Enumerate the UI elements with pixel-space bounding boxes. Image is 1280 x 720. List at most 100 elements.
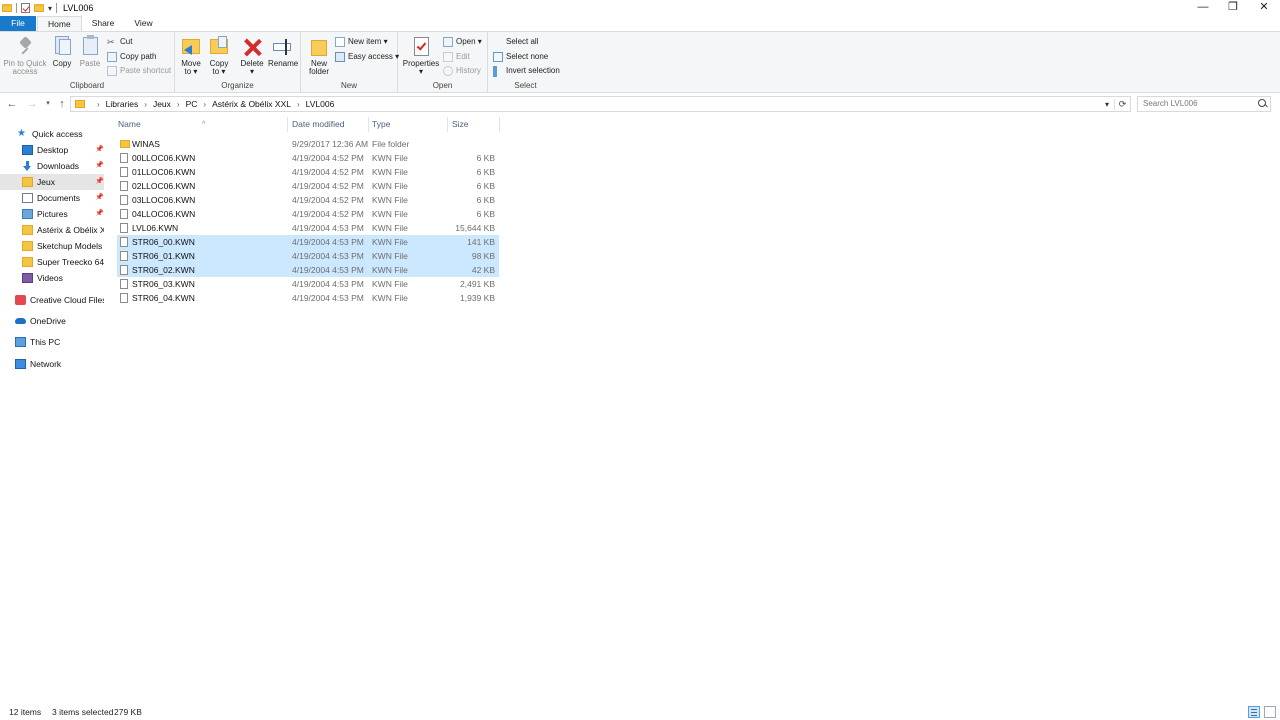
column-header-name[interactable]: Name ^ xyxy=(118,117,286,132)
file-row[interactable]: 01LLOC06.KWN 4/19/2004 4:52 PM KWN File … xyxy=(117,165,499,179)
nav-item-pictures[interactable]: Pictures 📌 xyxy=(0,206,104,222)
file-row-selected[interactable]: STR06_02.KWN 4/19/2004 4:53 PM KWN File … xyxy=(117,263,499,277)
nav-quick-access[interactable]: ★ Quick access xyxy=(0,126,104,142)
file-name: STR06_02.KWN xyxy=(132,265,195,275)
nav-item-asterix[interactable]: Astérix & Obélix XXL xyxy=(0,222,104,238)
file-row-selected[interactable]: STR06_00.KWN 4/19/2004 4:53 PM KWN File … xyxy=(117,235,499,249)
file-row[interactable]: 03LLOC06.KWN 4/19/2004 4:52 PM KWN File … xyxy=(117,193,499,207)
file-row[interactable]: 04LLOC06.KWN 4/19/2004 4:52 PM KWN File … xyxy=(117,207,499,221)
copy-to-button[interactable]: Copy to ▾ xyxy=(208,35,230,76)
select-none-button[interactable]: Select none xyxy=(493,51,548,63)
open-button[interactable]: Open ▾ xyxy=(443,36,482,48)
search-input[interactable]: Search LVL006 xyxy=(1137,96,1271,112)
new-group: New folder New item ▾ Easy access ▾ New xyxy=(301,32,399,92)
rename-button[interactable]: Rename xyxy=(268,35,298,68)
new-item-button[interactable]: New item ▾ xyxy=(335,36,388,48)
up-arrow-icon[interactable]: ↑ xyxy=(55,96,69,112)
file-row[interactable]: 02LLOC06.KWN 4/19/2004 4:52 PM KWN File … xyxy=(117,179,499,193)
breadcrumb-asterix[interactable]: Astérix & Obélix XXL xyxy=(212,99,291,109)
back-arrow-icon[interactable]: ← xyxy=(5,96,19,112)
address-dropdown-chevron-icon[interactable]: ▾ xyxy=(1100,100,1114,109)
invert-selection-button[interactable]: Invert selection xyxy=(493,65,560,77)
separator xyxy=(56,3,58,13)
edit-label: Edit xyxy=(456,52,470,61)
column-header-date[interactable]: Date modified xyxy=(292,117,368,132)
breadcrumb-libraries[interactable]: Libraries xyxy=(106,99,139,109)
refresh-icon[interactable]: ⟳ xyxy=(1114,98,1130,110)
tab-share[interactable]: Share xyxy=(82,16,125,31)
cut-button[interactable]: ✂ Cut xyxy=(107,36,132,48)
file-row-selected[interactable]: STR06_01.KWN 4/19/2004 4:53 PM KWN File … xyxy=(117,249,499,263)
paste-button[interactable]: Paste xyxy=(78,35,102,68)
move-to-button[interactable]: Move to ▾ xyxy=(180,35,202,76)
easy-access-button[interactable]: Easy access ▾ xyxy=(335,51,399,63)
file-type: File folder xyxy=(372,139,410,149)
close-button[interactable]: ✕ xyxy=(1249,0,1279,16)
nav-creative-cloud[interactable]: Creative Cloud Files xyxy=(0,292,104,308)
properties-button[interactable]: Properties ▾ xyxy=(402,35,440,76)
nav-item-super-treecko[interactable]: Super Treecko 64 xyxy=(0,254,104,270)
file-row[interactable]: 00LLOC06.KWN 4/19/2004 4:52 PM KWN File … xyxy=(117,151,499,165)
properties-check-icon[interactable] xyxy=(21,3,30,13)
nav-item-jeux[interactable]: Jeux 📌 xyxy=(0,174,104,190)
tab-file[interactable]: File xyxy=(0,16,36,31)
customize-toolbar-chevron-icon[interactable]: ▾ xyxy=(48,4,52,13)
copy-path-button[interactable]: Copy path xyxy=(107,51,156,63)
ribbon: Pin to Quick access Copy Paste ✂ Cut Cop… xyxy=(0,31,1280,93)
select-all-button[interactable]: Select all xyxy=(493,36,538,48)
nav-item-documents[interactable]: Documents 📌 xyxy=(0,190,104,206)
forward-arrow-icon[interactable]: → xyxy=(25,96,39,112)
details-view-icon[interactable] xyxy=(1248,706,1260,718)
column-header-type[interactable]: Type xyxy=(372,117,448,132)
nav-item-downloads[interactable]: Downloads 📌 xyxy=(0,158,104,174)
history-button[interactable]: History xyxy=(443,65,481,77)
copy-button[interactable]: Copy xyxy=(50,35,74,68)
nav-item-sketchup-models[interactable]: Sketchup Models xyxy=(0,238,104,254)
nav-item-label: Jeux xyxy=(37,177,55,187)
column-header-size[interactable]: Size xyxy=(452,117,498,132)
delete-button[interactable]: Delete ▾ xyxy=(240,35,264,76)
paste-shortcut-button[interactable]: Paste shortcut xyxy=(107,65,171,77)
file-size: 6 KB xyxy=(476,209,495,219)
file-row[interactable]: LVL06.KWN 4/19/2004 4:53 PM KWN File 15,… xyxy=(117,221,499,235)
file-row[interactable]: STR06_04.KWN 4/19/2004 4:53 PM KWN File … xyxy=(117,291,499,305)
new-folder-icon[interactable] xyxy=(34,4,44,12)
column-divider[interactable] xyxy=(368,117,369,132)
select-group: Select all Select none Invert selection … xyxy=(488,32,563,92)
tab-home[interactable]: Home xyxy=(37,16,82,31)
chevron-right-icon[interactable]: › xyxy=(177,100,180,109)
chevron-right-icon[interactable]: › xyxy=(297,100,300,109)
recent-locations-chevron-icon[interactable]: ▾ xyxy=(41,96,55,112)
restore-button[interactable]: ❐ xyxy=(1218,0,1248,16)
file-name: 02LLOC06.KWN xyxy=(132,181,196,191)
minimize-button[interactable]: — xyxy=(1188,0,1218,16)
edit-icon xyxy=(443,52,453,62)
nav-item-desktop[interactable]: Desktop 📌 xyxy=(0,142,104,158)
move-label-line2: to ▾ xyxy=(184,67,198,76)
chevron-right-icon[interactable]: › xyxy=(144,100,147,109)
address-bar[interactable]: › Libraries › Jeux › PC › Astérix & Obél… xyxy=(70,96,1131,112)
tab-view[interactable]: View xyxy=(124,16,162,31)
chevron-right-icon[interactable]: › xyxy=(203,100,206,109)
nav-onedrive[interactable]: OneDrive xyxy=(0,313,104,329)
column-divider[interactable] xyxy=(447,117,448,132)
large-icons-view-icon[interactable] xyxy=(1264,706,1276,718)
creative-cloud-icon xyxy=(15,295,26,305)
nav-network[interactable]: Network xyxy=(0,356,104,372)
column-divider[interactable] xyxy=(499,117,500,132)
file-icon xyxy=(120,279,128,289)
column-divider[interactable] xyxy=(287,117,288,132)
file-type: KWN File xyxy=(372,209,408,219)
breadcrumb-jeux[interactable]: Jeux xyxy=(153,99,171,109)
navigation-bar: ← → ▾ ↑ › Libraries › Jeux › PC › Astéri… xyxy=(0,94,1280,114)
nav-item-videos[interactable]: Videos xyxy=(0,270,104,286)
breadcrumb-lvl006[interactable]: LVL006 xyxy=(306,99,335,109)
new-folder-button[interactable]: New folder xyxy=(306,35,332,76)
nav-this-pc[interactable]: This PC xyxy=(0,334,104,350)
edit-button[interactable]: Edit xyxy=(443,51,470,63)
file-row[interactable]: STR06_03.KWN 4/19/2004 4:53 PM KWN File … xyxy=(117,277,499,291)
pin-to-quick-access-button[interactable]: Pin to Quick access xyxy=(3,35,47,76)
file-row[interactable]: WINAS 9/29/2017 12:36 AM File folder xyxy=(117,137,499,151)
breadcrumb-pc[interactable]: PC xyxy=(186,99,198,109)
chevron-right-icon[interactable]: › xyxy=(97,100,100,109)
